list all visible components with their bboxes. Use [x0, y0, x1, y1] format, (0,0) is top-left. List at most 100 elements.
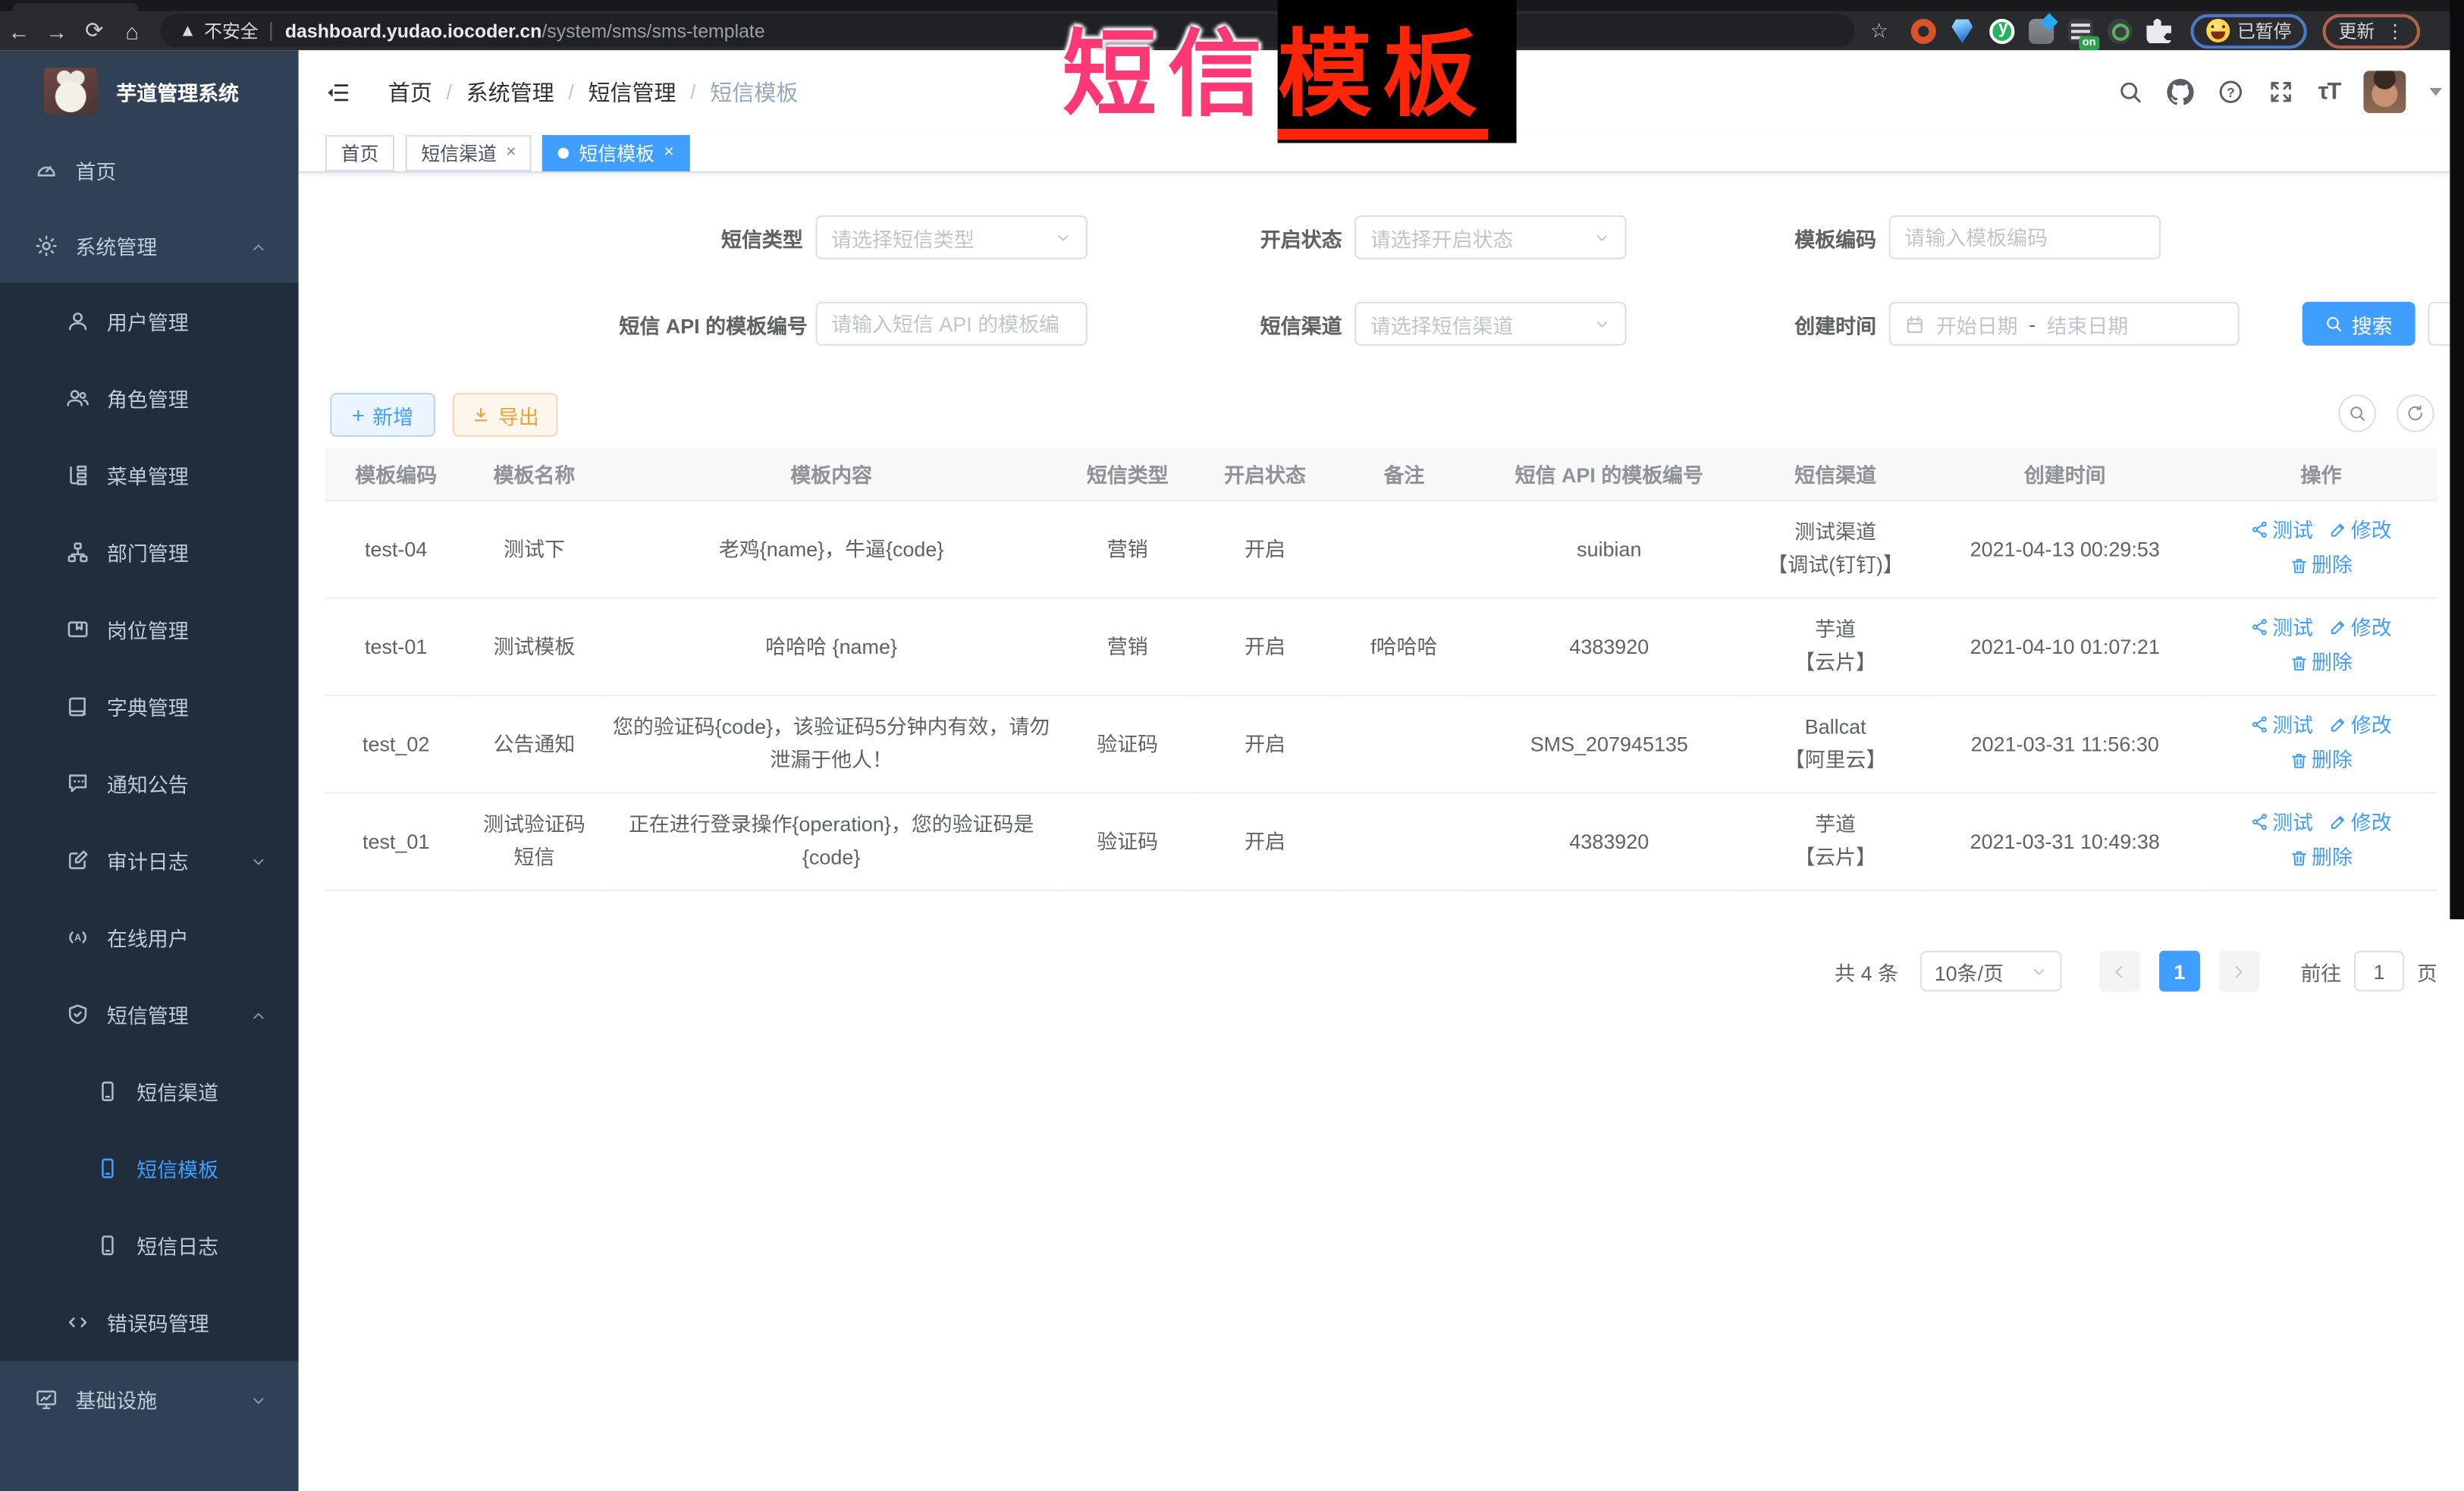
browser-reload-button[interactable]: ⟳	[75, 15, 113, 46]
code-icon	[66, 1311, 89, 1334]
search-button[interactable]: 搜索	[2302, 302, 2415, 346]
sidebar-item-menus[interactable]: 菜单管理	[0, 437, 299, 514]
total-count: 共 4 条	[1835, 956, 1898, 986]
sidebar-item-home[interactable]: 首页	[0, 132, 299, 207]
tab-sms-template[interactable]: 短信模板 ×	[543, 134, 690, 171]
browser-back-button[interactable]: ←	[0, 15, 38, 46]
chevron-down-icon	[1593, 228, 1611, 246]
font-size-icon[interactable]: τT	[2318, 79, 2340, 105]
chevron-up-icon	[250, 237, 267, 254]
help-icon[interactable]: ?	[2218, 79, 2244, 105]
search-icon[interactable]	[2117, 79, 2143, 105]
sidebar: 芋道管理系统 首页 系统管理 用户管理 角色管理	[0, 50, 299, 1491]
sidebar-item-users[interactable]: 用户管理	[0, 283, 299, 360]
refresh-table-button[interactable]	[2397, 394, 2434, 432]
date-start-placeholder: 开始日期	[1936, 309, 2018, 338]
sidebar-item-sms-log[interactable]: 短信日志	[0, 1207, 299, 1284]
sidebar-item-audit-log[interactable]: 审计日志	[0, 822, 299, 899]
sidebar-logo-row: 芋道管理系统	[0, 50, 299, 132]
goto-page-input[interactable]	[2354, 951, 2404, 992]
caption-pink-text: 短信	[1063, 22, 1273, 140]
create-time-label: 创建时间	[1693, 309, 1889, 338]
sms-type-select[interactable]: 请选择短信类型	[815, 215, 1087, 259]
breadcrumb-sms[interactable]: 短信管理	[588, 76, 676, 107]
url-path: /system/sms/sms-template	[541, 20, 764, 42]
chevron-down-icon	[1593, 315, 1611, 332]
close-icon[interactable]: ×	[664, 143, 673, 162]
avatar-dropdown-caret-icon[interactable]	[2429, 88, 2442, 96]
browser-forward-button[interactable]: →	[38, 15, 76, 46]
delete-link[interactable]: 删除	[2290, 548, 2353, 582]
extension-y-icon[interactable]	[1989, 18, 2014, 43]
browser-update-chip[interactable]: 更新 ⋮	[2323, 14, 2420, 49]
bookmark-star-icon[interactable]: ☆	[1870, 18, 1888, 43]
user-icon	[66, 309, 89, 333]
export-button[interactable]: 导出	[453, 393, 558, 437]
browser-active-tab[interactable]	[13, 3, 139, 11]
channel-select[interactable]: 请选择短信渠道	[1354, 302, 1626, 346]
edit-link[interactable]: 修改	[2329, 611, 2392, 644]
breadcrumb-home[interactable]: 首页	[388, 76, 432, 107]
sidebar-item-sms-template[interactable]: 短信模板	[0, 1130, 299, 1207]
date-range-picker[interactable]: 开始日期 - 结束日期	[1889, 302, 2240, 346]
org-tree-icon	[66, 541, 89, 564]
github-icon[interactable]	[2167, 79, 2194, 105]
tab-home[interactable]: 首页	[325, 134, 394, 171]
sidebar-item-roles[interactable]: 角色管理	[0, 360, 299, 438]
current-page-button[interactable]: 1	[2159, 951, 2200, 992]
edit-link[interactable]: 修改	[2329, 708, 2392, 741]
sidebar-item-posts[interactable]: 岗位管理	[0, 591, 299, 668]
browser-menu-icon[interactable]: ⋮	[2386, 20, 2405, 42]
extensions-puzzle-icon[interactable]	[2146, 18, 2171, 43]
sidebar-item-notice[interactable]: 通知公告	[0, 745, 299, 822]
extension-pin-icon[interactable]	[1950, 18, 1975, 43]
browser-home-button[interactable]: ⌂	[113, 15, 151, 46]
sidebar-item-sms-channel[interactable]: 短信渠道	[0, 1053, 299, 1130]
sidebar-item-system[interactable]: 系统管理	[0, 208, 299, 283]
browser-profile-chip[interactable]: 已暂停	[2190, 14, 2307, 49]
edit-link[interactable]: 修改	[2329, 805, 2392, 839]
sidebar-item-dict[interactable]: 字典管理	[0, 668, 299, 746]
edit-link[interactable]: 修改	[2329, 513, 2392, 547]
fullscreen-icon[interactable]	[2268, 79, 2294, 105]
show-search-button[interactable]	[2338, 394, 2376, 432]
shield-check-icon	[66, 1003, 89, 1026]
close-icon[interactable]: ×	[506, 143, 516, 162]
extension-grid-icon[interactable]	[2028, 18, 2053, 43]
security-label: 不安全	[204, 18, 258, 43]
sidebar-item-error-code[interactable]: 错误码管理	[0, 1284, 299, 1361]
extension-magnifier-icon[interactable]	[2107, 18, 2132, 43]
test-link[interactable]: 测试	[2250, 708, 2313, 741]
tab-sms-channel[interactable]: 短信渠道 ×	[406, 134, 532, 171]
delete-link[interactable]: 删除	[2290, 743, 2353, 777]
chevron-down-icon	[250, 1390, 267, 1408]
test-link[interactable]: 测试	[2250, 805, 2313, 839]
api-template-id-input[interactable]	[815, 302, 1087, 346]
sidebar-item-infrastructure[interactable]: 基础设施	[0, 1361, 299, 1436]
extension-orange-icon[interactable]	[1910, 18, 1935, 43]
sidebar-item-departments[interactable]: 部门管理	[0, 514, 299, 592]
delete-link[interactable]: 删除	[2290, 646, 2353, 680]
delete-link[interactable]: 删除	[2290, 841, 2353, 874]
search-icon	[2348, 404, 2367, 423]
prev-page-button[interactable]	[2099, 951, 2140, 992]
page-content: 短信类型 请选择短信类型 开启状态 请选择开启状态	[299, 173, 2464, 1491]
refresh-icon	[2406, 404, 2425, 423]
svg-text:?: ?	[2227, 85, 2235, 100]
sidebar-collapse-icon[interactable]	[325, 80, 350, 105]
sidebar-item-sms[interactable]: 短信管理	[0, 976, 299, 1053]
breadcrumb-system[interactable]: 系统管理	[466, 76, 554, 107]
extension-list-on-icon[interactable]	[2067, 18, 2092, 43]
page-size-select[interactable]: 10条/页	[1920, 951, 2061, 992]
next-page-button[interactable]	[2219, 951, 2260, 992]
sidebar-item-online-users[interactable]: A 在线用户	[0, 899, 299, 976]
test-link[interactable]: 测试	[2250, 513, 2313, 547]
edit-icon	[2329, 520, 2348, 539]
add-button[interactable]: + 新增	[330, 393, 435, 437]
avatar[interactable]	[2363, 71, 2406, 113]
phone-icon	[96, 1234, 119, 1257]
browser-address-bar[interactable]: ▲ 不安全 dashboard.yudao.iocoder.cn /system…	[160, 14, 1854, 48]
status-select[interactable]: 请选择开启状态	[1354, 215, 1626, 259]
test-link[interactable]: 测试	[2250, 611, 2313, 644]
template-code-input[interactable]	[1889, 215, 2161, 259]
